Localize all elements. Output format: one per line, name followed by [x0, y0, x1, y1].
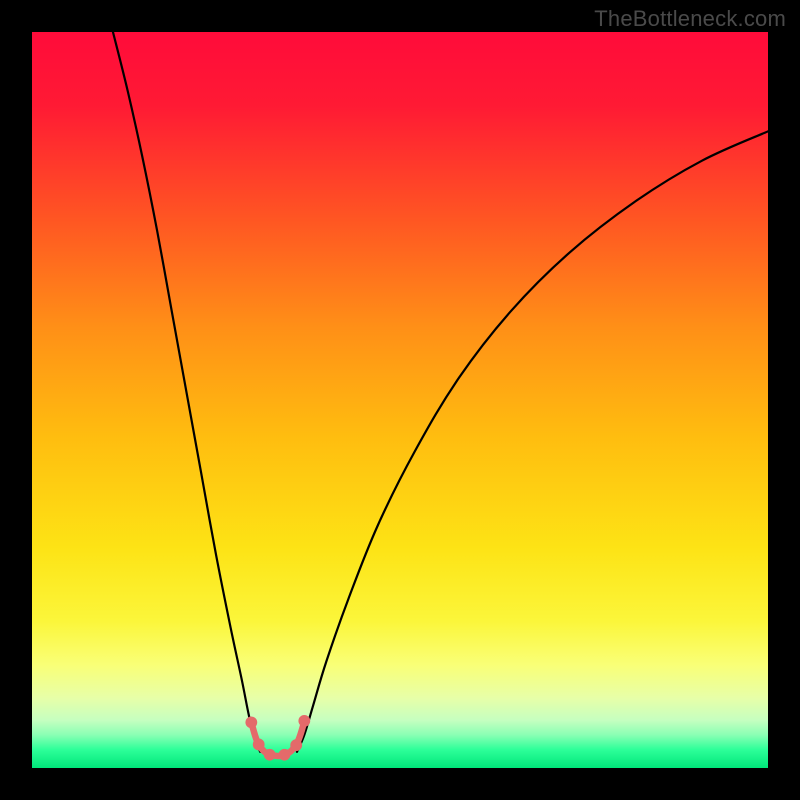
plot-area — [32, 32, 768, 768]
marker-5 — [298, 715, 310, 727]
marker-2 — [264, 749, 276, 761]
marker-4 — [290, 739, 302, 751]
attribution-label: TheBottleneck.com — [594, 6, 786, 32]
marker-3 — [279, 749, 291, 761]
chart-background — [32, 32, 768, 768]
marker-0 — [245, 716, 257, 728]
chart-svg — [32, 32, 768, 768]
chart-frame: TheBottleneck.com — [0, 0, 800, 800]
marker-1 — [253, 739, 265, 751]
